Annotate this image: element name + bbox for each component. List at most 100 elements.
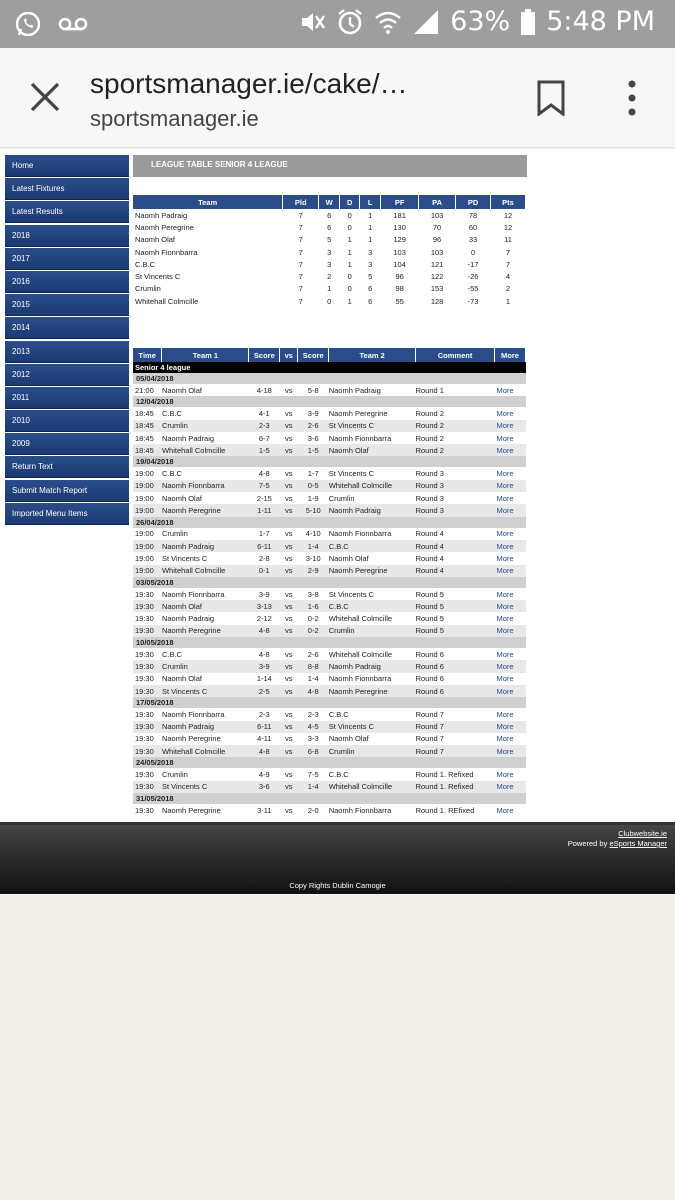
more-link[interactable]: More (494, 660, 526, 673)
vs-label: vs (279, 684, 298, 698)
sidebar-item-2015[interactable]: 2015 (5, 294, 129, 317)
fixtures-header-cell: vs (279, 348, 299, 362)
sidebar-item-2013[interactable]: 2013 (5, 340, 129, 363)
alarm-icon (338, 8, 362, 34)
sidebar-item-2014[interactable]: 2014 (5, 317, 129, 340)
overflow-menu-icon[interactable] (622, 78, 642, 118)
league-header-cell[interactable]: Pts (490, 195, 526, 209)
team1-name: Naomh Padraig (161, 720, 249, 733)
more-link[interactable]: More (494, 745, 526, 758)
stat-cell: 1 (347, 296, 352, 306)
more-link[interactable]: More (494, 600, 526, 613)
match-time: 19:30 (135, 805, 154, 815)
page-title-url[interactable]: sportsmanager.ie/cake/… (90, 68, 408, 100)
team1-name: Naomh Padraig (161, 539, 249, 553)
team1-name: Naomh Fionnbarra (161, 709, 225, 719)
match-date: 05/04/2018 (133, 373, 526, 384)
stat-cell: 96 (432, 235, 442, 245)
sidebar-item-home[interactable]: Home (5, 155, 129, 177)
signal-icon (414, 9, 439, 34)
sidebar-item-2017[interactable]: 2017 (5, 247, 129, 270)
team1-name: Naomh Padraig (161, 433, 215, 443)
league-header-cell[interactable]: Pld (282, 195, 320, 209)
league-header-cell[interactable]: PD (455, 195, 491, 209)
stat-cell: 6 (368, 284, 373, 294)
more-link[interactable]: More (494, 539, 526, 553)
league-header-cell[interactable]: D (339, 195, 361, 209)
stat-cell: 4 (505, 272, 511, 282)
stat-cell: 7 (298, 210, 303, 220)
match-date: 03/05/2018 (133, 576, 526, 588)
team1-name: Whitehall Colmcille (161, 745, 249, 758)
sidebar-item-return-text[interactable]: Return Text (5, 456, 129, 479)
esports-manager-link[interactable]: eSports Manager (609, 839, 667, 848)
more-link[interactable]: More (494, 624, 526, 638)
fixture-row: 18:45 C.B.C 4-1 vs 3-9 Naomh Peregrine Round 2… (133, 407, 526, 419)
date-row: 17/05/2018 (133, 697, 526, 709)
team1-score: 2-15 (256, 493, 272, 503)
team2-name: Naomh Fionnbarra (328, 674, 392, 684)
more-link[interactable]: More (495, 673, 526, 685)
date-row: 10/05/2018 (133, 637, 526, 649)
more-link[interactable]: More (494, 504, 526, 517)
clubwebsite-link[interactable]: Clubwebsite.ie (618, 829, 667, 838)
league-header-cell[interactable]: Team (133, 195, 284, 209)
team2-name: Naomh Olaf (328, 734, 369, 744)
match-comment: Round 7 (415, 709, 444, 719)
more-link[interactable]: More (495, 407, 526, 419)
league-header-cell[interactable]: PF (380, 195, 420, 209)
bookmark-icon[interactable] (536, 80, 566, 116)
more-link[interactable]: More (495, 612, 526, 624)
sidebar-item-latest-fixtures[interactable]: Latest Fixtures (5, 178, 129, 201)
stat-cell: 122 (430, 272, 444, 282)
team1-score: 0-1 (248, 564, 280, 577)
sidebar-item-2012[interactable]: 2012 (5, 363, 129, 386)
team1-name: C.B.C (161, 649, 182, 659)
more-link[interactable]: More (495, 467, 526, 479)
more-link[interactable]: More (495, 768, 526, 780)
sidebar-item-2010[interactable]: 2010 (5, 410, 129, 433)
more-link[interactable]: More (495, 384, 526, 396)
sidebar-item-imported-menu-items[interactable]: Imported Menu Items (5, 502, 129, 525)
team1-score: 1-11 (248, 504, 280, 517)
more-link[interactable]: More (494, 444, 526, 457)
stat-cell: 0 (347, 284, 352, 294)
more-link[interactable]: More (494, 780, 526, 794)
more-link[interactable]: More (494, 479, 526, 493)
sidebar-item-2011[interactable]: 2011 (5, 386, 129, 409)
close-icon[interactable] (28, 80, 62, 114)
more-link[interactable]: More (495, 528, 526, 540)
browser-toolbar: sportsmanager.ie/cake/… sportsmanager.ie (0, 48, 675, 148)
fixture-row: 19:00 C.B.C 4-8 vs 1-7 St Vincents C Round 3 Mo… (133, 467, 526, 479)
team1-name: St Vincents C (161, 684, 249, 698)
match-time: 19:30 (135, 734, 154, 744)
league-table: Team Pld W D L PF PA PD Pts Naomh Padraig 7 6 0 1 181… (133, 195, 526, 307)
more-link[interactable]: More (495, 552, 526, 564)
more-link[interactable]: More (495, 588, 526, 600)
match-comment: Round 1. REfixed (415, 805, 475, 815)
sidebar-item-2009[interactable]: 2009 (5, 433, 129, 456)
sidebar-item-2018[interactable]: 2018 (5, 224, 129, 247)
more-link[interactable]: More (495, 804, 526, 816)
match-comment: Round 6 (415, 660, 495, 673)
match-comment: Round 4 (415, 553, 444, 563)
more-link[interactable]: More (494, 684, 526, 698)
more-link[interactable]: More (494, 720, 526, 733)
league-header-cell[interactable]: W (318, 195, 341, 209)
match-comment: Round 4 (415, 539, 495, 553)
more-link[interactable]: More (494, 564, 526, 577)
league-header-cell[interactable]: L (359, 195, 382, 209)
more-link[interactable]: More (494, 419, 526, 432)
league-header-cell[interactable]: PA (418, 195, 457, 209)
sidebar-item-submit-match-report[interactable]: Submit Match Report (5, 479, 129, 502)
more-link[interactable]: More (495, 708, 526, 720)
sidebar-item-latest-results[interactable]: Latest Results (5, 201, 129, 224)
match-comment: Round 1. Refixed (415, 780, 495, 794)
stat-cell: 7 (505, 259, 511, 269)
more-link[interactable]: More (495, 733, 526, 745)
more-link[interactable]: More (495, 492, 526, 504)
more-link[interactable]: More (495, 432, 526, 444)
fixture-row: 18:45 Naomh Padraig 6-7 vs 3-6 Naomh Fionnbar… (133, 432, 526, 444)
more-link[interactable]: More (495, 648, 526, 660)
sidebar-item-2016[interactable]: 2016 (5, 270, 129, 293)
